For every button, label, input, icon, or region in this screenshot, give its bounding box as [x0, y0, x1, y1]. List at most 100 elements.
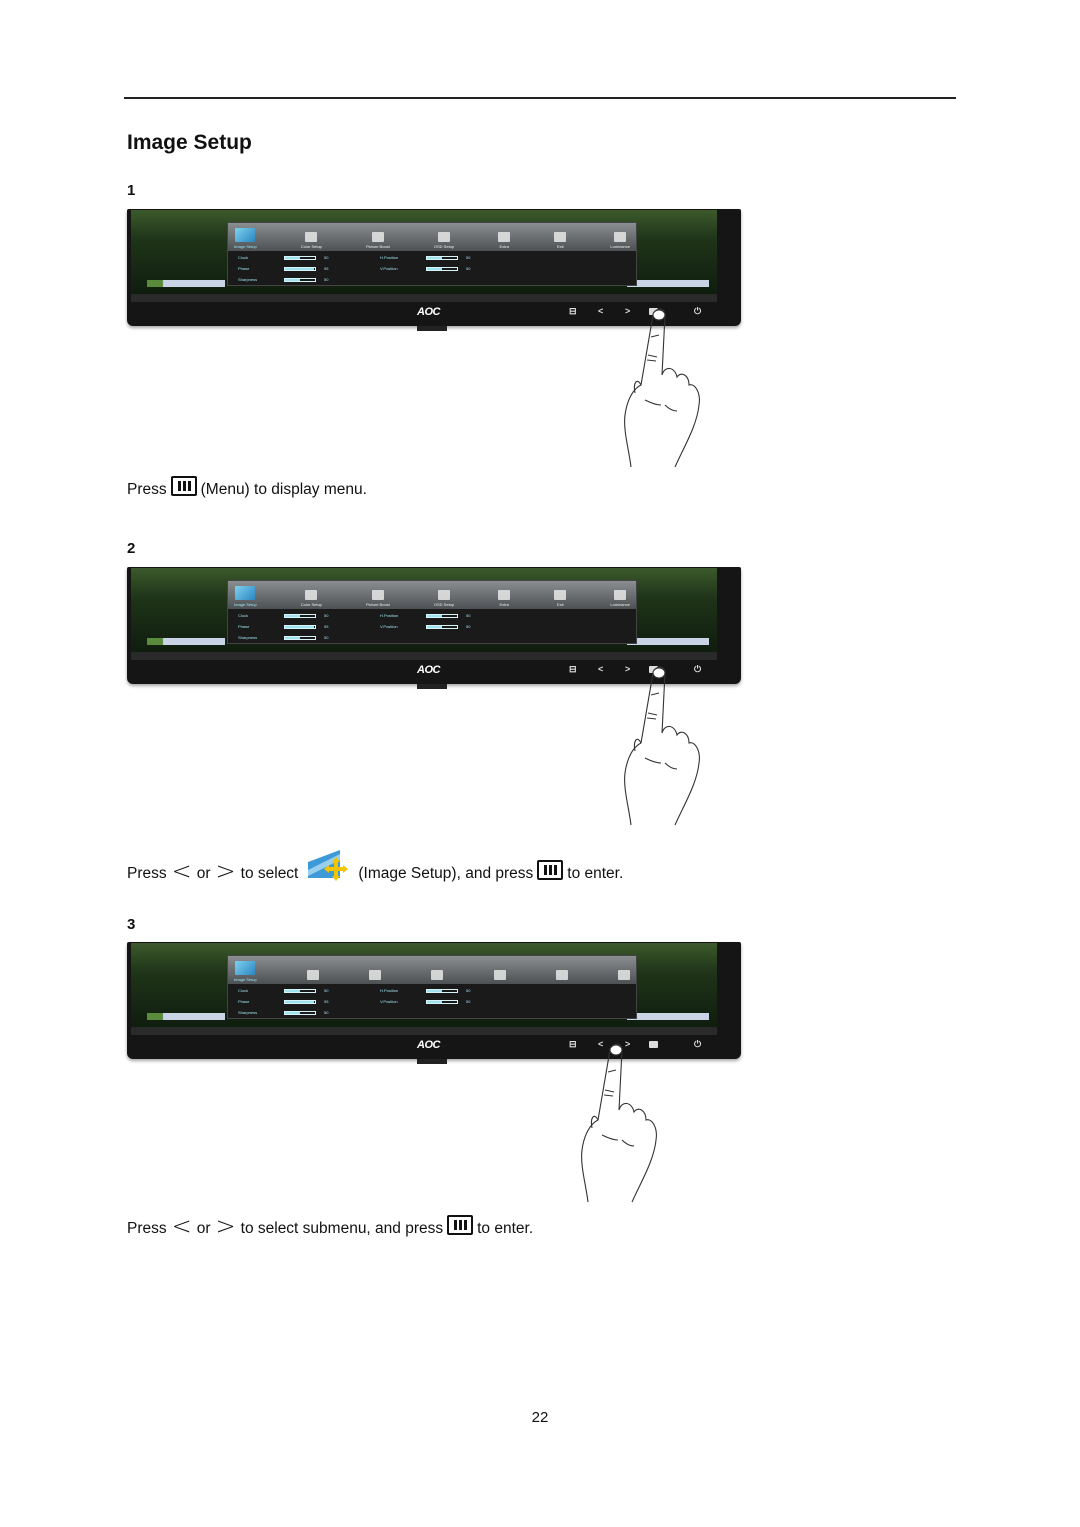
step-number: 2: [127, 540, 136, 557]
osd-tab-icon: [305, 590, 318, 600]
monitor-stand: [417, 1059, 447, 1064]
osd-settings: Clock 50 Phase 95 Sharpness 50 H.Positio…: [228, 984, 636, 1020]
caption-text: or: [196, 1220, 211, 1237]
osd-setting-name: Sharpness: [238, 277, 258, 282]
chevron-right-icon: >: [215, 1212, 236, 1240]
osd-setting-row: Clock 50: [238, 988, 328, 993]
osd-tab-label: Image Setup: [234, 977, 257, 982]
osd-tab: Exit: [554, 223, 567, 251]
power-button[interactable]: ⏻: [694, 1039, 701, 1050]
osd-setting-bar: [426, 613, 458, 618]
osd-tab: Luminance: [610, 223, 630, 251]
osd-setting-value: 50: [466, 624, 471, 629]
taskbar-tray: [627, 1013, 709, 1020]
osd-setting-bar: [426, 988, 458, 993]
osd-setting-name: H.Position: [380, 255, 399, 260]
osd-setting-row: Clock 50: [238, 613, 328, 618]
left-button[interactable]: <: [598, 306, 603, 316]
osd-tab: [306, 956, 319, 984]
osd-tab-icon: [235, 228, 256, 242]
osd-setting-name: H.Position: [380, 613, 399, 618]
osd-setting-name: Clock: [238, 255, 249, 260]
osd-setting-name: Phase: [238, 624, 250, 629]
osd-tab-icon: [306, 970, 319, 980]
auto-button[interactable]: ⊟: [569, 306, 577, 317]
osd-tab-icon: [431, 970, 444, 980]
osd-tab-label: Exit: [556, 602, 564, 607]
header-rule: [124, 97, 956, 99]
caption-text: to enter.: [477, 1220, 534, 1237]
osd-setting-name: V.Position: [380, 624, 398, 629]
osd-tab-icon: [498, 232, 511, 242]
chevron-left-icon: <: [171, 857, 192, 885]
menu-key-icon: [447, 1215, 474, 1235]
osd-tab: Picture Boost: [366, 581, 390, 609]
osd-setting-value: 50: [466, 266, 471, 271]
osd-tab-label: Image Setup: [234, 602, 257, 607]
osd-tab-icon: [235, 586, 256, 600]
osd-setting-bar: [426, 624, 458, 629]
osd-setting-value: 50: [324, 613, 329, 618]
osd-tab-icon: [493, 970, 506, 980]
osd-tab-icon: [618, 970, 630, 980]
left-button[interactable]: <: [598, 664, 603, 674]
step-caption: Press < or > to select (Image Setup), an…: [127, 850, 623, 892]
osd-setting-row: V.Position 50: [380, 999, 470, 1004]
osd-tab-label: Extra: [499, 244, 509, 249]
osd-setting-value: 50: [466, 255, 471, 260]
osd-setting-name: V.Position: [380, 999, 398, 1004]
caption-text: Press: [127, 865, 167, 882]
osd-tab-label: Extra: [499, 602, 509, 607]
page-number: 22: [531, 1409, 549, 1426]
caption-text: Press: [127, 1220, 167, 1237]
osd-setting-bar: [284, 613, 316, 618]
osd-setting-bar: [284, 277, 316, 282]
step-number: 1: [127, 182, 136, 199]
step-caption: Press (Menu) to display menu.: [127, 476, 367, 500]
osd-setting-bar: [284, 255, 316, 260]
chevron-left-icon: <: [171, 1212, 192, 1240]
osd-setting-bar: [284, 266, 316, 271]
osd-tab-icon: [438, 232, 450, 242]
osd-menu: Image Setup Clock 50 Phase 95 Sharpness …: [227, 955, 637, 1019]
osd-setting-bar: [426, 266, 458, 271]
osd-tab-icon: [498, 590, 511, 600]
auto-button[interactable]: ⊟: [569, 664, 577, 675]
monitor-screen: Image Setup Color Setup Picture Boost OS…: [131, 210, 717, 294]
hand-pointer-icon: [615, 305, 715, 470]
osd-setting-row: Phase 95: [238, 999, 328, 1004]
osd-setting-bar: [426, 255, 458, 260]
osd-setting-row: Phase 95: [238, 624, 328, 629]
osd-tab-icon: [614, 590, 627, 600]
osd-setting-row: Sharpness 50: [238, 635, 328, 640]
caption-text: to select: [240, 865, 299, 882]
taskbar-tray: [627, 280, 709, 287]
osd-tab-icon: [554, 232, 567, 242]
osd-tab-bar: Image Setup Color Setup Picture Boost OS…: [228, 581, 636, 609]
osd-setting-row: H.Position 50: [380, 988, 470, 993]
osd-tab: Image Setup: [234, 956, 257, 984]
osd-tab-icon: [235, 961, 256, 975]
osd-tab-label: Image Setup: [234, 244, 257, 249]
caption-text: to select submenu, and press: [240, 1220, 444, 1237]
osd-setting-row: V.Position 50: [380, 624, 470, 629]
chevron-right-icon: >: [215, 857, 236, 885]
osd-tab-bar: Image Setup Color Setup Picture Boost OS…: [228, 223, 636, 251]
osd-setting-bar: [284, 1010, 316, 1015]
osd-tab-label: Color Setup: [300, 602, 322, 607]
osd-tab: Picture Boost: [366, 223, 390, 251]
image-setup-icon: [306, 848, 350, 884]
osd-setting-name: Clock: [238, 613, 249, 618]
osd-setting-value: 95: [324, 999, 329, 1004]
osd-setting-value: 50: [324, 1010, 329, 1015]
osd-tab: [431, 956, 444, 984]
osd-tab: [555, 956, 568, 984]
osd-setting-value: 95: [324, 266, 329, 271]
osd-setting-bar: [426, 999, 458, 1004]
screen-bottom: [131, 652, 717, 660]
page-title: Image Setup: [127, 131, 252, 154]
osd-setting-value: 50: [324, 277, 329, 282]
taskbar: [147, 638, 225, 645]
caption-text: (Menu) to display menu.: [200, 481, 367, 498]
monitor-stand: [417, 326, 447, 331]
